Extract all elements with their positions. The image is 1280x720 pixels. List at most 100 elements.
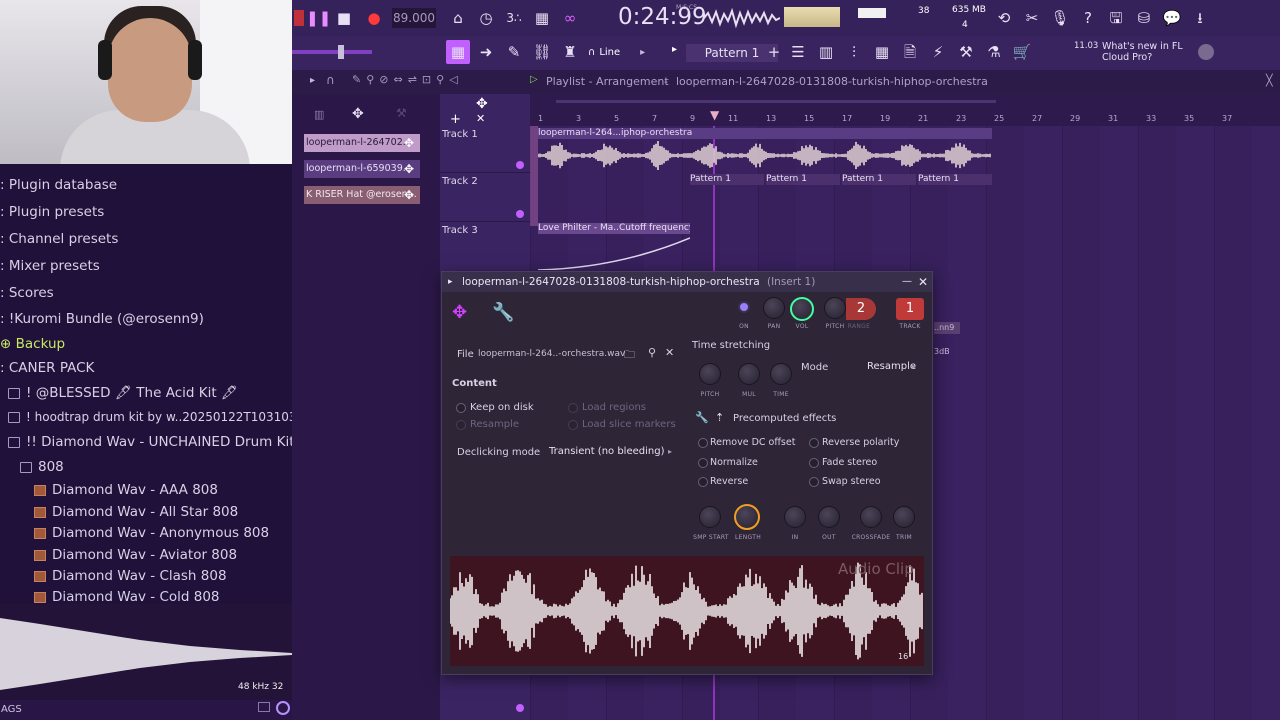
account-icon[interactable] (1198, 44, 1214, 60)
undo-history-icon[interactable]: ⟲ (992, 6, 1016, 30)
track-led[interactable] (516, 210, 524, 218)
scroll-bar[interactable] (556, 100, 996, 103)
browser-folder-diamond-wav[interactable]: !! Diamond Wav - UNCHAINED Drum Kit (8, 430, 300, 454)
reverse-polarity-radio[interactable] (809, 438, 819, 448)
step-edit-icon[interactable]: ▦ (530, 6, 554, 30)
automation-clip[interactable]: Love Philter - Ma..Cutoff frequency (538, 223, 690, 234)
tempo-display[interactable]: 89.000 (392, 8, 436, 28)
minimize-icon[interactable]: — (902, 272, 912, 292)
wait-input-icon[interactable]: ◷ (474, 6, 498, 30)
chat-icon[interactable]: 💬 (1160, 6, 1184, 30)
wrench-tab-icon[interactable]: 🔧 (492, 302, 514, 323)
mode-select[interactable]: Resample ▸ (862, 358, 922, 376)
microphone-icon[interactable]: 🎙 (1048, 6, 1072, 30)
add-pattern-icon[interactable]: + (762, 40, 786, 64)
close-icon[interactable]: ✕ (918, 272, 928, 292)
declicking-select[interactable]: Transient (no bleeding) ▸ (544, 443, 678, 461)
record-icon[interactable]: ● (362, 6, 386, 30)
browser-item-plugin-database[interactable]: : Plugin database (0, 173, 292, 197)
plugin-icon[interactable]: ⚡ (926, 40, 950, 64)
playlist-tools[interactable]: ✎⚲⊘⇔⇌⊡⚲◁ (352, 73, 463, 86)
countdown-icon[interactable]: 3∴ (502, 6, 526, 30)
zoom-value[interactable]: 16 (898, 652, 908, 661)
resample-radio[interactable] (456, 420, 466, 430)
crossfade-knob[interactable] (860, 506, 882, 528)
wrench-icon[interactable]: 🔧 (695, 411, 709, 424)
mixer-track-selector[interactable]: 1 (896, 298, 924, 320)
cut-icon[interactable]: ✂ (1020, 6, 1044, 30)
snap-selector[interactable]: ∩ Line ▸ (588, 45, 658, 61)
track-header-1[interactable]: Track 1 (440, 127, 530, 173)
browser-item-kuromi-bundle[interactable]: : !Kuromi Bundle (@erosenn9) (0, 307, 292, 331)
master-volume-handle[interactable] (338, 45, 344, 59)
arrow-right-icon[interactable]: ➜ (474, 40, 498, 64)
browser-item-backup[interactable]: ⊕ Backup (0, 332, 292, 356)
mixer-icon[interactable]: ⫶ (842, 40, 866, 64)
piano-icon[interactable]: ▥ (314, 108, 324, 121)
stop-icon[interactable]: ■ (332, 6, 356, 30)
metronome-icon[interactable]: ⌂ (446, 6, 470, 30)
chevron-right-icon[interactable]: ▸ (310, 75, 315, 86)
wrench-icon[interactable]: ⚒ (396, 106, 407, 120)
locate-icon[interactable]: ⚲ (648, 346, 656, 359)
browser-file[interactable]: Diamond Wav - Clash 808 (34, 564, 326, 588)
load-slice-markers-radio[interactable] (568, 420, 578, 430)
pattern-clip[interactable]: Pattern 1 (690, 174, 764, 185)
keep-on-disk-radio[interactable] (456, 403, 466, 413)
fade-stereo-radio[interactable] (809, 458, 819, 468)
on-toggle[interactable] (738, 301, 750, 313)
sample-waveform-view[interactable]: Audio Clip 16 (449, 556, 924, 666)
picker-item[interactable]: K RISER Hat @erosen... (304, 186, 420, 204)
arrow-up-icon[interactable]: ⇡ (715, 411, 724, 424)
track-led[interactable] (516, 704, 524, 712)
side-clip-label[interactable]: ..nn9 (934, 322, 960, 334)
save-icon[interactable]: 🖫 (1104, 6, 1128, 30)
news-text[interactable]: What's new in FL Cloud Pro? (1102, 41, 1212, 63)
chevron-right-icon[interactable]: ▸ (448, 272, 453, 292)
picker-item[interactable]: looperman-l-659039... (304, 160, 420, 178)
remove-dc-radio[interactable] (698, 438, 708, 448)
fade-out-knob[interactable] (818, 506, 840, 528)
magnet-icon[interactable]: ∩ (326, 73, 335, 87)
chevron-right-icon[interactable]: ▸ (672, 44, 686, 62)
loop-record-icon[interactable]: ∞ (558, 6, 582, 30)
audio-clip-header[interactable]: looperman-l-264...iphop-orchestra (538, 128, 992, 139)
close-icon[interactable]: ✕ (665, 346, 674, 359)
normalize-radio[interactable] (698, 458, 708, 468)
folder-icon[interactable]: 🗀 (624, 346, 635, 365)
load-regions-radio[interactable] (568, 403, 578, 413)
browser-item-channel-presets[interactable]: : Channel presets (0, 227, 292, 251)
help-icon[interactable]: ? (1076, 6, 1100, 30)
link-icon[interactable]: ⛓ (530, 40, 554, 64)
move-icon[interactable]: ✥ (352, 106, 364, 122)
browser-icon[interactable]: 🗎 (898, 40, 922, 64)
picker-item[interactable]: looperman-l-264702... (304, 134, 420, 152)
grid-icon[interactable]: ▦ (870, 40, 894, 64)
reverse-radio[interactable] (698, 477, 708, 487)
length-knob[interactable] (734, 504, 760, 530)
close-icon[interactable]: ✕ (476, 112, 485, 125)
dialog-titlebar[interactable]: ▸ looperman-l-2647028-0131808-turkish-hi… (442, 272, 932, 292)
tools-icon[interactable]: ⚒ (954, 40, 978, 64)
browser-folder-hoodtrap[interactable]: ! hoodtrap drum kit by w..20250122T10310… (8, 405, 300, 429)
close-icon[interactable]: ╳ (1266, 74, 1273, 87)
folder-icon[interactable] (258, 702, 270, 712)
browser-file[interactable]: Diamond Wav - AAA 808 (34, 478, 326, 502)
browser-file[interactable]: Diamond Wav - Anonymous 808 (34, 521, 326, 545)
stamp-icon[interactable]: ♜ (558, 40, 582, 64)
cart-icon[interactable]: 🛒 (1010, 40, 1034, 64)
download-icon[interactable]: ⭳ (1188, 6, 1212, 30)
pattern-clip[interactable]: Pattern 1 (918, 174, 992, 185)
wand-icon[interactable]: ⚗ (982, 40, 1006, 64)
timeline-ruler[interactable]: 1 3 5 7 9 11 13 15 17 19 21 23 25 27 29 31 33 35 37 ▼ (530, 94, 1280, 126)
channel-rack-icon[interactable]: ▥ (814, 40, 838, 64)
playhead-marker-icon[interactable]: ▼ (710, 108, 719, 122)
track-header-2[interactable]: Track 2 (440, 174, 530, 222)
ts-mul-knob[interactable] (738, 363, 760, 385)
render-icon[interactable]: ⛁ (1132, 6, 1156, 30)
ts-time-knob[interactable] (770, 363, 792, 385)
browser-item-mixer-presets[interactable]: : Mixer presets (0, 254, 292, 278)
pitch-range-value[interactable]: 2 (846, 298, 876, 320)
waveform-tab-icon[interactable]: ✥ (452, 302, 467, 323)
volume-knob[interactable] (790, 297, 814, 321)
